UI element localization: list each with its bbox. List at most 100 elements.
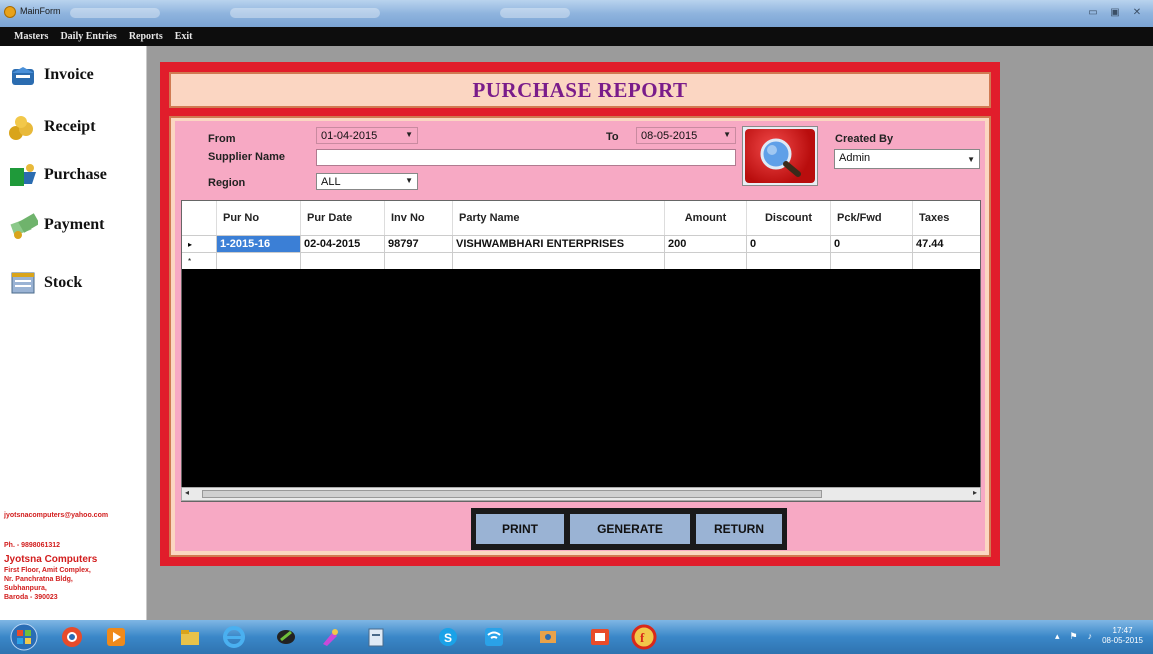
scrollbar-thumb[interactable]: [202, 490, 822, 498]
maximize-icon[interactable]: ▣: [1105, 4, 1125, 20]
menu-masters[interactable]: Masters: [14, 31, 48, 42]
col-discount[interactable]: Discount: [746, 201, 830, 235]
cell-pur-no[interactable]: 1-2015-16: [216, 236, 300, 252]
payment-icon: [8, 210, 38, 240]
close-icon[interactable]: ✕: [1127, 4, 1147, 20]
return-button[interactable]: RETURN: [694, 512, 784, 546]
col-party-name[interactable]: Party Name: [452, 201, 664, 235]
mainform-app-icon[interactable]: f: [624, 623, 664, 651]
clock[interactable]: 17:47 08-05-2015: [1102, 626, 1143, 646]
start-button-icon[interactable]: [6, 623, 42, 651]
sidebar: Invoice Receipt Purchase Payment Stock j…: [0, 46, 147, 620]
horizontal-scrollbar[interactable]: ◂ ▸: [181, 487, 981, 501]
menu-exit[interactable]: Exit: [175, 31, 193, 42]
folder-icon[interactable]: [170, 623, 210, 651]
region-label: Region: [208, 177, 246, 189]
presentation-icon[interactable]: [580, 623, 620, 651]
sidebar-item-stock[interactable]: Stock: [8, 268, 82, 298]
contact-email: jyotsnacomputers@yahoo.com: [4, 512, 109, 519]
minimize-icon[interactable]: ▭: [1083, 4, 1103, 20]
row-marker: ▸: [188, 239, 193, 249]
cell-inv-no[interactable]: 98797: [384, 236, 452, 252]
cell-empty[interactable]: [746, 253, 830, 269]
tray-arrow-icon[interactable]: ▴: [1055, 631, 1060, 642]
sidebar-item-invoice[interactable]: Invoice: [8, 60, 94, 90]
search-button[interactable]: [742, 126, 818, 186]
cell-taxes[interactable]: 47.44: [912, 236, 980, 252]
paint-icon[interactable]: [310, 623, 350, 651]
col-pur-no[interactable]: Pur No: [216, 201, 300, 235]
generate-button[interactable]: GENERATE: [568, 512, 692, 546]
report-header: PURCHASE REPORT: [169, 72, 991, 108]
sidebar-item-payment[interactable]: Payment: [8, 210, 104, 240]
sidebar-item-purchase[interactable]: Purchase: [8, 160, 107, 190]
col-pck-fwd[interactable]: Pck/Fwd: [830, 201, 912, 235]
col-amount[interactable]: Amount: [664, 201, 746, 235]
skype-icon[interactable]: S: [428, 623, 468, 651]
menu-reports[interactable]: Reports: [129, 31, 163, 42]
col-pur-date[interactable]: Pur Date: [300, 201, 384, 235]
title-blur: [500, 8, 570, 18]
cell-empty[interactable]: [384, 253, 452, 269]
cell-empty[interactable]: [830, 253, 912, 269]
grid-header: Pur No Pur Date Inv No Party Name Amount…: [182, 201, 980, 235]
cell-empty[interactable]: [912, 253, 980, 269]
region-select[interactable]: ALL ▼: [316, 173, 418, 190]
chevron-down-icon: ▼: [405, 130, 413, 139]
tray-flag-icon[interactable]: ⚑: [1070, 631, 1078, 642]
internet-explorer-icon[interactable]: [214, 623, 254, 651]
cell-empty[interactable]: [300, 253, 384, 269]
from-date-picker[interactable]: 01-04-2015 ▼: [316, 127, 418, 144]
to-date-picker[interactable]: 08-05-2015 ▼: [636, 127, 736, 144]
cell-party-name[interactable]: VISHWAMBHARI ENTERPRISES: [452, 236, 664, 252]
network-icon[interactable]: [528, 623, 568, 651]
menu-daily-entries[interactable]: Daily Entries: [60, 31, 116, 42]
contact-address-4: Baroda - 390023: [4, 594, 58, 601]
purchase-icon: [8, 160, 38, 190]
cell-empty[interactable]: [452, 253, 664, 269]
invoice-icon: [8, 60, 38, 90]
to-label: To: [606, 131, 619, 143]
created-by-label: Created By: [835, 133, 894, 145]
cell-pur-date[interactable]: 02-04-2015: [300, 236, 384, 252]
chevron-down-icon: ▼: [723, 130, 731, 139]
notepad-icon[interactable]: [356, 623, 396, 651]
purchase-grid[interactable]: Pur No Pur Date Inv No Party Name Amount…: [181, 200, 981, 502]
supplier-name-input[interactable]: [316, 149, 736, 166]
col-taxes[interactable]: Taxes: [912, 201, 980, 235]
row-marker: *: [188, 256, 192, 266]
cell-empty[interactable]: [216, 253, 300, 269]
search-button-face: [745, 129, 815, 183]
table-row-new[interactable]: *: [182, 252, 980, 269]
contact-phone: Ph. - 9898061312: [4, 542, 61, 549]
contact-address-2: Nr. Panchratna Bldg,: [4, 576, 73, 583]
cell-pck-fwd[interactable]: 0: [830, 236, 912, 252]
contact-address-3: Subhanpura,: [4, 585, 47, 592]
coreldraw-icon[interactable]: [266, 623, 306, 651]
print-button[interactable]: PRINT: [474, 512, 566, 546]
cell-amount[interactable]: 200: [664, 236, 746, 252]
supplier-name-label: Supplier Name: [208, 151, 286, 163]
contact-company: Jyotsna Computers: [4, 554, 98, 565]
title-bar: MainForm ▭ ▣ ✕: [0, 0, 1153, 27]
scroll-right-icon[interactable]: ▸: [973, 488, 977, 497]
chrome-icon[interactable]: [52, 623, 92, 651]
cell-empty[interactable]: [664, 253, 746, 269]
media-player-icon[interactable]: [96, 623, 136, 651]
taskbar: S f ▴ ⚑ ♪ 17:47 08-05-2015: [0, 620, 1153, 654]
scroll-left-icon[interactable]: ◂: [185, 488, 189, 497]
receipt-icon: [8, 112, 38, 142]
created-by-select[interactable]: Admin ▼: [834, 149, 980, 169]
col-inv-no[interactable]: Inv No: [384, 201, 452, 235]
table-row[interactable]: ▸ 1-2015-16 02-04-2015 98797 VISHWAMBHAR…: [182, 235, 980, 252]
sidebar-item-receipt[interactable]: Receipt: [8, 112, 96, 142]
window-title: MainForm: [20, 6, 61, 16]
chevron-down-icon: ▼: [405, 176, 413, 185]
tray-volume-icon[interactable]: ♪: [1088, 631, 1093, 641]
wifi-icon[interactable]: [474, 623, 514, 651]
menu-bar: Masters Daily Entries Reports Exit: [0, 27, 1153, 46]
cell-discount[interactable]: 0: [746, 236, 830, 252]
title-blur: [70, 8, 160, 18]
title-blur: [230, 8, 380, 18]
app-icon: [4, 6, 16, 18]
